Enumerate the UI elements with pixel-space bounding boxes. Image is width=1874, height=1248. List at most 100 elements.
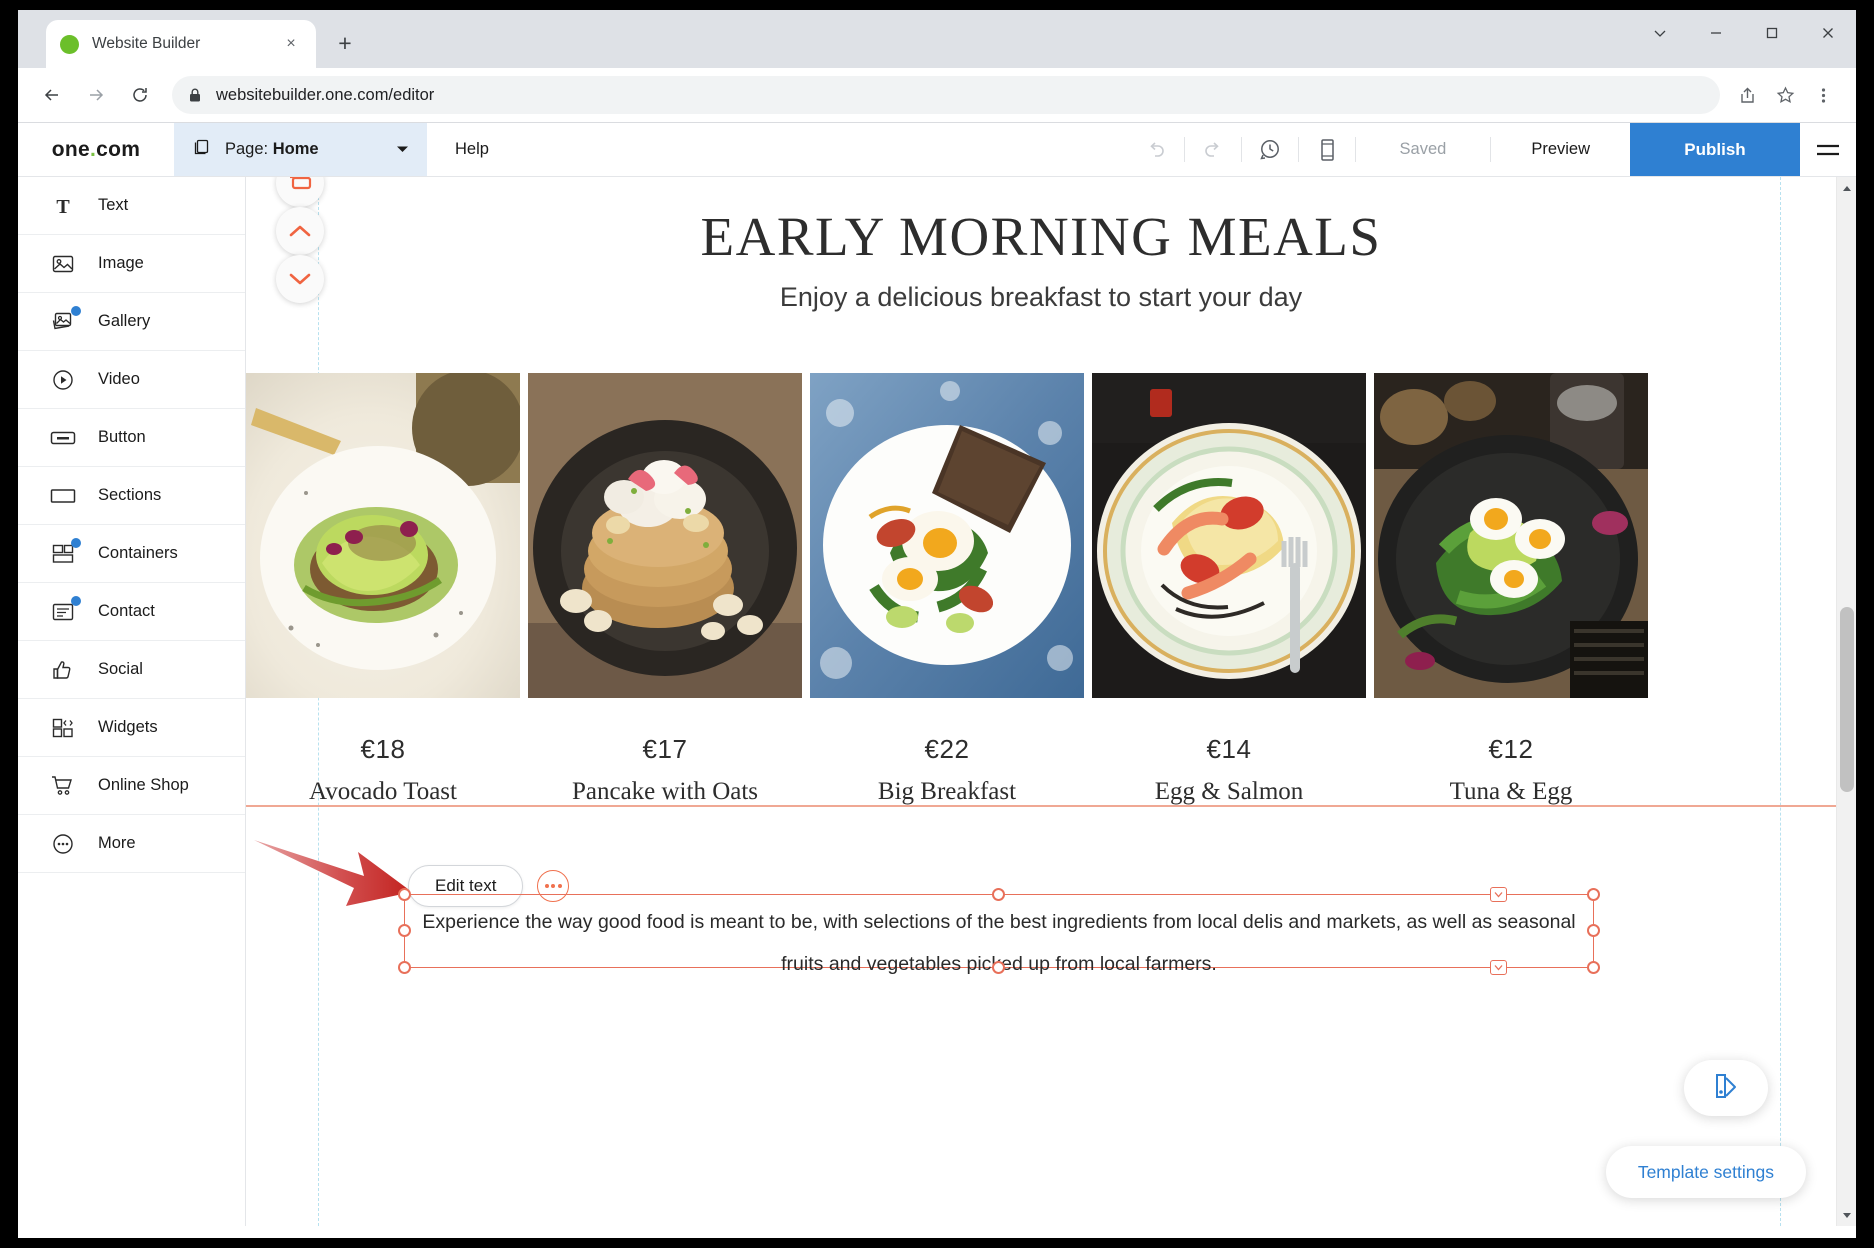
share-icon[interactable] xyxy=(1728,76,1766,114)
more-vert-icon[interactable] xyxy=(1804,76,1842,114)
sidebar-item-online-shop[interactable]: Online Shop xyxy=(18,757,245,815)
meal-card[interactable]: €18 Avocado Toast xyxy=(246,373,520,806)
one-com-logo[interactable]: one. com xyxy=(18,123,174,176)
meal-name[interactable]: Tuna & Egg xyxy=(1374,778,1648,806)
resize-handle-top-center[interactable] xyxy=(992,888,1005,901)
page-title[interactable]: EARLY MORNING MEALS xyxy=(246,205,1836,268)
forward-arrow-icon[interactable] xyxy=(76,75,116,115)
browser-window: Website Builder × + websitebuilder.one.c… xyxy=(18,10,1856,1238)
meal-name[interactable]: Avocado Toast xyxy=(246,778,520,806)
bookmark-star-icon[interactable] xyxy=(1766,76,1804,114)
color-palette-button[interactable] xyxy=(1684,1060,1768,1116)
help-button[interactable]: Help xyxy=(427,123,517,176)
meal-photo-pancake-with-oats[interactable] xyxy=(528,373,802,698)
maximize-icon[interactable] xyxy=(1744,10,1800,56)
reload-icon[interactable] xyxy=(120,75,160,115)
thumbs-up-icon xyxy=(50,657,76,683)
sidebar-item-gallery[interactable]: Gallery xyxy=(18,293,245,351)
page-selector[interactable]: Page: Home xyxy=(174,123,427,176)
move-up-chevron-icon[interactable] xyxy=(276,207,324,255)
vertical-scrollbar[interactable] xyxy=(1836,177,1856,1226)
vertical-spacing-handle-top[interactable] xyxy=(1490,887,1507,902)
template-settings-button[interactable]: Template settings xyxy=(1605,1146,1806,1198)
meal-name[interactable]: Pancake with Oats xyxy=(528,778,802,806)
meal-price[interactable]: €12 xyxy=(1374,734,1648,765)
sidebar-item-containers[interactable]: Containers xyxy=(18,525,245,583)
minimize-icon[interactable] xyxy=(1688,10,1744,56)
meal-name[interactable]: Egg & Salmon xyxy=(1092,778,1366,806)
scroll-down-arrow-icon[interactable] xyxy=(1837,1206,1856,1224)
sidebar-item-social[interactable]: Social xyxy=(18,641,245,699)
sections-icon xyxy=(50,483,76,509)
meal-card[interactable]: €14 Egg & Salmon xyxy=(1092,373,1366,806)
section-divider xyxy=(246,805,1836,807)
back-arrow-icon[interactable] xyxy=(32,75,72,115)
sidebar-item-label: Video xyxy=(98,370,140,388)
resize-handle-bottom-center[interactable] xyxy=(992,961,1005,974)
tab-close-icon[interactable]: × xyxy=(280,33,302,55)
sidebar-item-video[interactable]: Video xyxy=(18,351,245,409)
sidebar-item-image[interactable]: Image xyxy=(18,235,245,293)
address-bar[interactable]: websitebuilder.one.com/editor xyxy=(172,76,1720,114)
sidebar-item-widgets[interactable]: Widgets xyxy=(18,699,245,757)
sidebar-item-button[interactable]: Button xyxy=(18,409,245,467)
new-tab-button[interactable]: + xyxy=(330,28,360,58)
new-badge xyxy=(71,595,81,606)
publish-button[interactable]: Publish xyxy=(1630,123,1800,176)
sidebar-item-more[interactable]: More xyxy=(18,815,245,873)
resize-handle-top-right[interactable] xyxy=(1587,888,1600,901)
mobile-preview-icon[interactable] xyxy=(1299,123,1355,176)
move-down-chevron-icon[interactable] xyxy=(276,255,324,303)
tab-search-chevron-down-icon[interactable] xyxy=(1632,10,1688,56)
close-icon[interactable] xyxy=(1800,10,1856,56)
selected-text-element[interactable]: Experience the way good food is meant to… xyxy=(398,887,1600,975)
hamburger-menu-icon[interactable] xyxy=(1800,123,1856,176)
section-icon-button[interactable] xyxy=(276,177,324,207)
sidebar-item-label: Containers xyxy=(98,544,178,562)
sidebar-item-text[interactable]: T Text xyxy=(18,177,245,235)
meal-photo-avocado-toast[interactable] xyxy=(246,373,520,698)
widgets-icon xyxy=(50,715,76,741)
meal-card[interactable]: €22 Big Breakfast xyxy=(810,373,1084,806)
meal-price[interactable]: €18 xyxy=(246,734,520,765)
redo-icon[interactable] xyxy=(1185,123,1241,176)
scrollbar-thumb[interactable] xyxy=(1840,607,1854,792)
cart-icon xyxy=(50,773,76,799)
resize-handle-middle-left[interactable] xyxy=(398,924,411,937)
undo-icon[interactable] xyxy=(1128,123,1184,176)
red-pointer-arrow xyxy=(246,832,426,917)
meal-price[interactable]: €22 xyxy=(810,734,1084,765)
sidebar-item-contact[interactable]: Contact xyxy=(18,583,245,641)
window-controls xyxy=(1632,10,1856,56)
brand-name: one xyxy=(51,137,90,161)
meal-photo-egg-and-salmon[interactable] xyxy=(1092,373,1366,698)
resize-handle-bottom-right[interactable] xyxy=(1587,961,1600,974)
resize-handle-top-left[interactable] xyxy=(398,888,411,901)
page-canvas[interactable]: EARLY MORNING MEALS Enjoy a delicious br… xyxy=(246,177,1836,1226)
meal-photo-big-breakfast[interactable] xyxy=(810,373,1084,698)
sidebar-item-label: Widgets xyxy=(98,718,158,736)
history-clock-icon[interactable] xyxy=(1242,123,1298,176)
resize-handle-middle-right[interactable] xyxy=(1587,924,1600,937)
vertical-spacing-handle-bottom[interactable] xyxy=(1490,960,1507,975)
preview-button[interactable]: Preview xyxy=(1491,123,1630,176)
page-subtitle[interactable]: Enjoy a delicious breakfast to start you… xyxy=(246,282,1836,313)
scroll-up-arrow-icon[interactable] xyxy=(1837,179,1856,197)
sidebar-item-sections[interactable]: Sections xyxy=(18,467,245,525)
resize-handle-bottom-left[interactable] xyxy=(398,961,411,974)
meal-photo-tuna-and-egg[interactable] xyxy=(1374,373,1648,698)
meal-card[interactable]: €17 Pancake with Oats xyxy=(528,373,802,806)
meal-price[interactable]: €14 xyxy=(1092,734,1366,765)
browser-tab[interactable]: Website Builder × xyxy=(46,20,316,68)
tab-favicon xyxy=(60,34,79,54)
site-header: EARLY MORNING MEALS Enjoy a delicious br… xyxy=(246,177,1836,313)
meal-card[interactable]: €12 Tuna & Egg xyxy=(1374,373,1648,806)
video-icon xyxy=(50,367,76,393)
brand-tld: com xyxy=(96,137,141,161)
meal-price[interactable]: €17 xyxy=(528,734,802,765)
sidebar-item-label: Image xyxy=(98,254,144,272)
meal-name[interactable]: Big Breakfast xyxy=(810,778,1084,806)
sidebar-item-label: Text xyxy=(98,196,129,214)
browser-tabstrip: Website Builder × + xyxy=(18,10,1856,68)
dot xyxy=(551,884,556,888)
